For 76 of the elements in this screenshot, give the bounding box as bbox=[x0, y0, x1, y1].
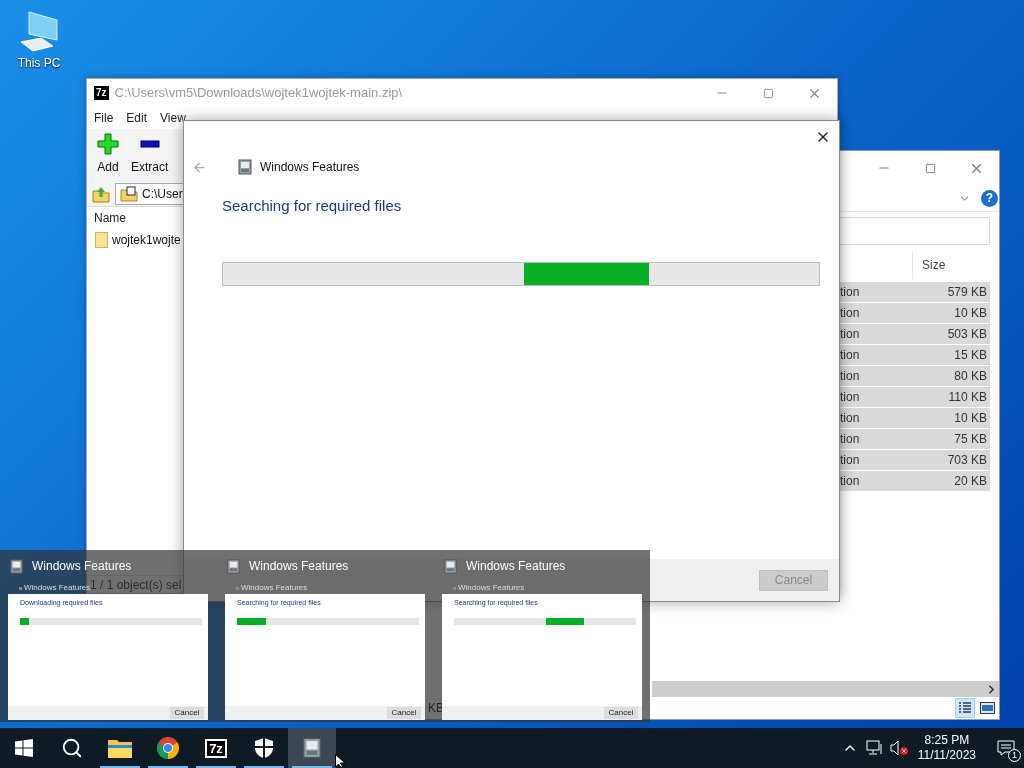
table-cell-text: 80 KB bbox=[953, 368, 988, 385]
file-name[interactable]: wojtek1wojte bbox=[112, 231, 181, 249]
table-cell-text: tion bbox=[839, 347, 861, 364]
app-icon: 7z bbox=[94, 86, 109, 100]
menu-item[interactable]: Edit bbox=[126, 109, 148, 127]
table-cell-text: tion bbox=[839, 431, 861, 448]
status-text: 1 / 1 object(s) sel bbox=[90, 576, 182, 594]
table-cell-text: tion bbox=[839, 284, 861, 301]
table-cell-text: 10 KB bbox=[953, 305, 988, 322]
table-cell-text: tion bbox=[839, 368, 861, 385]
preview-title: Windows Features bbox=[466, 558, 566, 575]
running-indicator bbox=[100, 766, 140, 768]
thumbnail-button: Cancel bbox=[387, 707, 421, 719]
dialog-heading: Searching for required files bbox=[222, 196, 403, 216]
table-cell-text: tion bbox=[839, 389, 861, 406]
window-title: Windows Features bbox=[260, 159, 360, 176]
table-cell-text: 10 KB bbox=[953, 410, 988, 427]
clock-time[interactable]: 8:25 PM bbox=[924, 733, 970, 748]
help-icon[interactable]: ? bbox=[981, 189, 998, 207]
running-indicator bbox=[244, 766, 284, 768]
notification-icon bbox=[997, 740, 1015, 756]
plus-icon bbox=[97, 133, 119, 155]
search-icon[interactable] bbox=[61, 737, 83, 759]
table-cell-text: 110 KB bbox=[947, 389, 988, 406]
horizontal-scrollbar[interactable] bbox=[652, 681, 999, 697]
add-button[interactable]: Add bbox=[96, 133, 120, 176]
table-cell-text: 503 KB bbox=[946, 326, 988, 343]
features-icon bbox=[226, 558, 241, 574]
archive-folder-icon bbox=[120, 185, 138, 202]
features-icon bbox=[443, 558, 458, 574]
running-indicator bbox=[148, 766, 188, 768]
windows-logo-icon[interactable] bbox=[15, 739, 33, 757]
table-cell-text: tion bbox=[839, 473, 861, 490]
clock-date[interactable]: 11/11/2023 bbox=[917, 748, 976, 763]
network-icon[interactable] bbox=[865, 740, 884, 756]
menu-item[interactable]: View bbox=[160, 109, 186, 127]
shield-icon[interactable] bbox=[254, 737, 274, 759]
table-cell-text: tion bbox=[839, 410, 861, 427]
table-cell-text: tion bbox=[839, 452, 861, 469]
archiver-icon[interactable]: 7z bbox=[205, 738, 227, 758]
thumbnail-button: Cancel bbox=[170, 707, 204, 719]
table-cell-text: tion bbox=[839, 305, 861, 322]
running-indicator bbox=[196, 766, 236, 768]
running-indicator bbox=[292, 766, 332, 768]
extract-button[interactable]: Extract bbox=[130, 133, 170, 176]
features-icon bbox=[301, 737, 323, 759]
thumbnail-title: Windows Features bbox=[458, 584, 525, 592]
table-cell-text: tion bbox=[839, 326, 861, 343]
table-cell-text: 75 KB bbox=[953, 431, 988, 448]
chrome-icon[interactable] bbox=[156, 736, 180, 760]
table-cell-text: 703 KB bbox=[946, 452, 988, 469]
menu-item[interactable]: File bbox=[94, 109, 114, 127]
notification-count: 1 bbox=[1008, 749, 1021, 762]
features-icon bbox=[237, 159, 253, 175]
maximize-icon[interactable] bbox=[924, 162, 936, 174]
table-cell-text: 15 KB bbox=[953, 347, 988, 364]
thumbnail-button: Cancel bbox=[604, 707, 638, 719]
window-title: C:\Users\vm5\Downloads\wojtek1wojtek-main.zip\ bbox=[114, 84, 403, 103]
features-icon bbox=[9, 558, 24, 574]
maximize-icon[interactable] bbox=[762, 87, 774, 99]
muted-speaker-icon[interactable] bbox=[889, 740, 908, 756]
desktop-icon-label[interactable]: This PC bbox=[17, 54, 61, 72]
folder-icon bbox=[95, 232, 108, 248]
preview-title: Windows Features bbox=[32, 558, 132, 575]
preview-title: Windows Features bbox=[249, 558, 349, 575]
folder-icon[interactable] bbox=[108, 738, 132, 758]
taskbar-button[interactable] bbox=[288, 728, 336, 768]
mouse-cursor-icon bbox=[335, 754, 346, 768]
table-cell-text: 579 KB bbox=[946, 284, 988, 301]
column-header[interactable]: Size bbox=[912, 251, 990, 279]
notifications-button[interactable]: 1 bbox=[988, 728, 1024, 768]
thumbnail-title: Windows Features bbox=[241, 584, 308, 592]
taskbar-button[interactable]: 7z bbox=[192, 728, 240, 768]
thumbnail-title: Windows Features bbox=[24, 584, 91, 592]
column-header[interactable]: Name bbox=[94, 209, 126, 227]
table-cell-text: 20 KB bbox=[953, 473, 988, 490]
